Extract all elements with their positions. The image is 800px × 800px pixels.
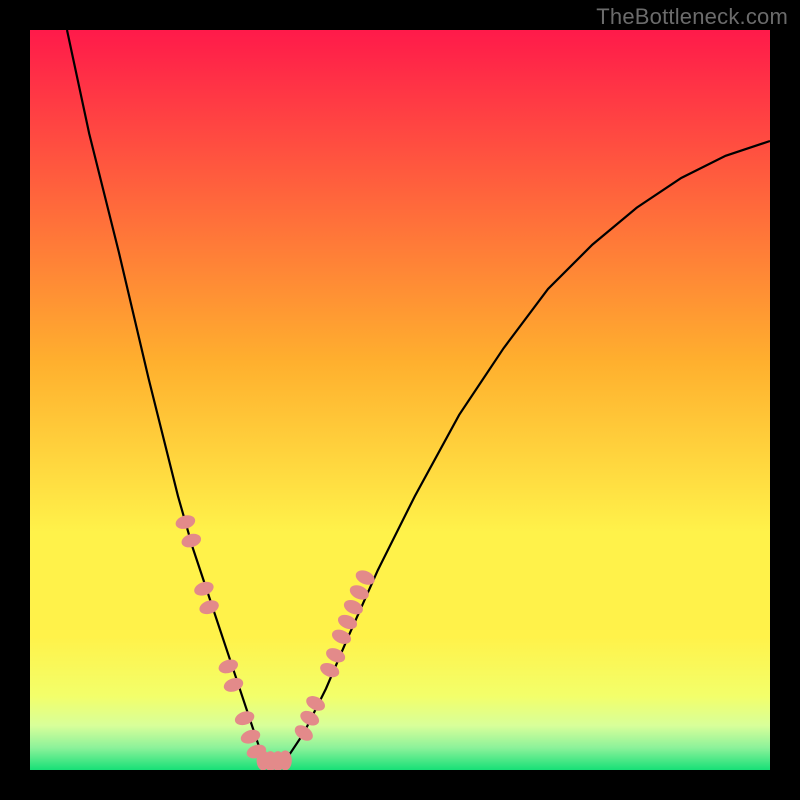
watermark-text: TheBottleneck.com xyxy=(596,4,788,30)
plot-area xyxy=(30,30,770,770)
chart-frame: TheBottleneck.com xyxy=(0,0,800,800)
gradient-background xyxy=(30,30,770,770)
bead xyxy=(279,750,292,770)
chart-svg xyxy=(30,30,770,770)
